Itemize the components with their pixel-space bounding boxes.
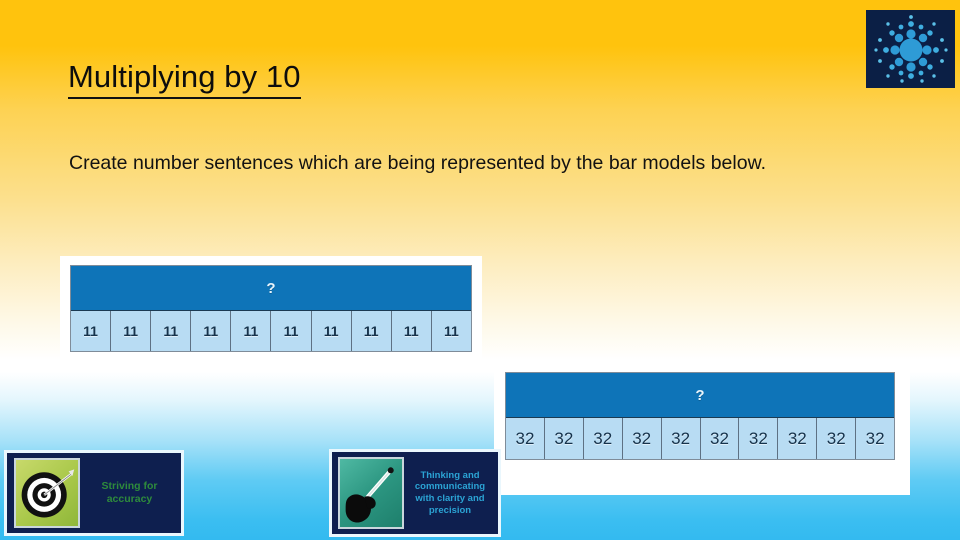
target-dartboard-icon xyxy=(14,458,80,528)
bar-model-1-part-cell: 11 xyxy=(111,311,152,351)
bar-model-2: ? 32 32 32 32 32 32 32 32 32 32 xyxy=(494,366,910,495)
habit-card-precision-label: Thinking and communicating with clarity … xyxy=(414,469,486,516)
bar-model-2-parts: 32 32 32 32 32 32 32 32 32 32 xyxy=(506,418,895,459)
bar-model-1-part-cell: 11 xyxy=(151,311,192,351)
bar-model-1-part-cell: 11 xyxy=(391,311,432,351)
page-title: Multiplying by 10 xyxy=(68,58,301,99)
bar-model-1-part-cell: 11 xyxy=(311,311,352,351)
bar-model-2-part-cell: 32 xyxy=(544,418,584,459)
bar-model-2-part-cell: 32 xyxy=(856,418,895,459)
bar-model-1-parts: 11 11 11 11 11 11 11 11 11 11 xyxy=(71,311,471,351)
bar-model-2-part-cell: 32 xyxy=(817,418,857,459)
habit-card-striving-for-accuracy: Striving for accuracy xyxy=(4,450,184,536)
hand-holding-pencil-icon xyxy=(338,457,404,529)
bar-model-1-frame: ? 11 11 11 11 11 11 11 11 11 11 xyxy=(70,265,472,352)
bar-model-2-part-cell: 32 xyxy=(778,418,818,459)
starburst-dots-logo xyxy=(866,10,955,88)
bar-model-1-part-cell: 11 xyxy=(351,311,392,351)
page-title-text: Multiplying by 10 xyxy=(68,59,301,99)
bar-model-1-total: ? xyxy=(71,266,471,311)
bar-model-2-part-cell: 32 xyxy=(583,418,623,459)
instruction-text: Create number sentences which are being … xyxy=(69,152,766,174)
bar-model-1: ? 11 11 11 11 11 11 11 11 11 11 xyxy=(60,256,482,366)
bar-model-2-part-cell: 32 xyxy=(661,418,701,459)
bar-model-1-part-cell: 11 xyxy=(431,311,471,351)
bar-model-2-part-cell: 32 xyxy=(622,418,662,459)
habit-card-clarity-and-precision: Thinking and communicating with clarity … xyxy=(329,449,501,537)
bar-model-2-total: ? xyxy=(506,373,894,418)
bar-model-2-frame: ? 32 32 32 32 32 32 32 32 32 32 xyxy=(505,372,895,460)
bar-model-1-part-cell: 11 xyxy=(231,311,272,351)
bar-model-2-part-cell: 32 xyxy=(739,418,779,459)
bar-model-2-part-cell: 32 xyxy=(506,418,545,459)
slide-canvas: Multiplying by 10 Create number sentence… xyxy=(0,0,960,540)
bar-model-1-part-cell: 11 xyxy=(271,311,312,351)
bar-model-1-part-cell: 11 xyxy=(71,311,112,351)
bar-model-1-part-cell: 11 xyxy=(191,311,232,351)
habit-card-accuracy-label: Striving for accuracy xyxy=(101,480,158,505)
bar-model-2-part-cell: 32 xyxy=(700,418,740,459)
